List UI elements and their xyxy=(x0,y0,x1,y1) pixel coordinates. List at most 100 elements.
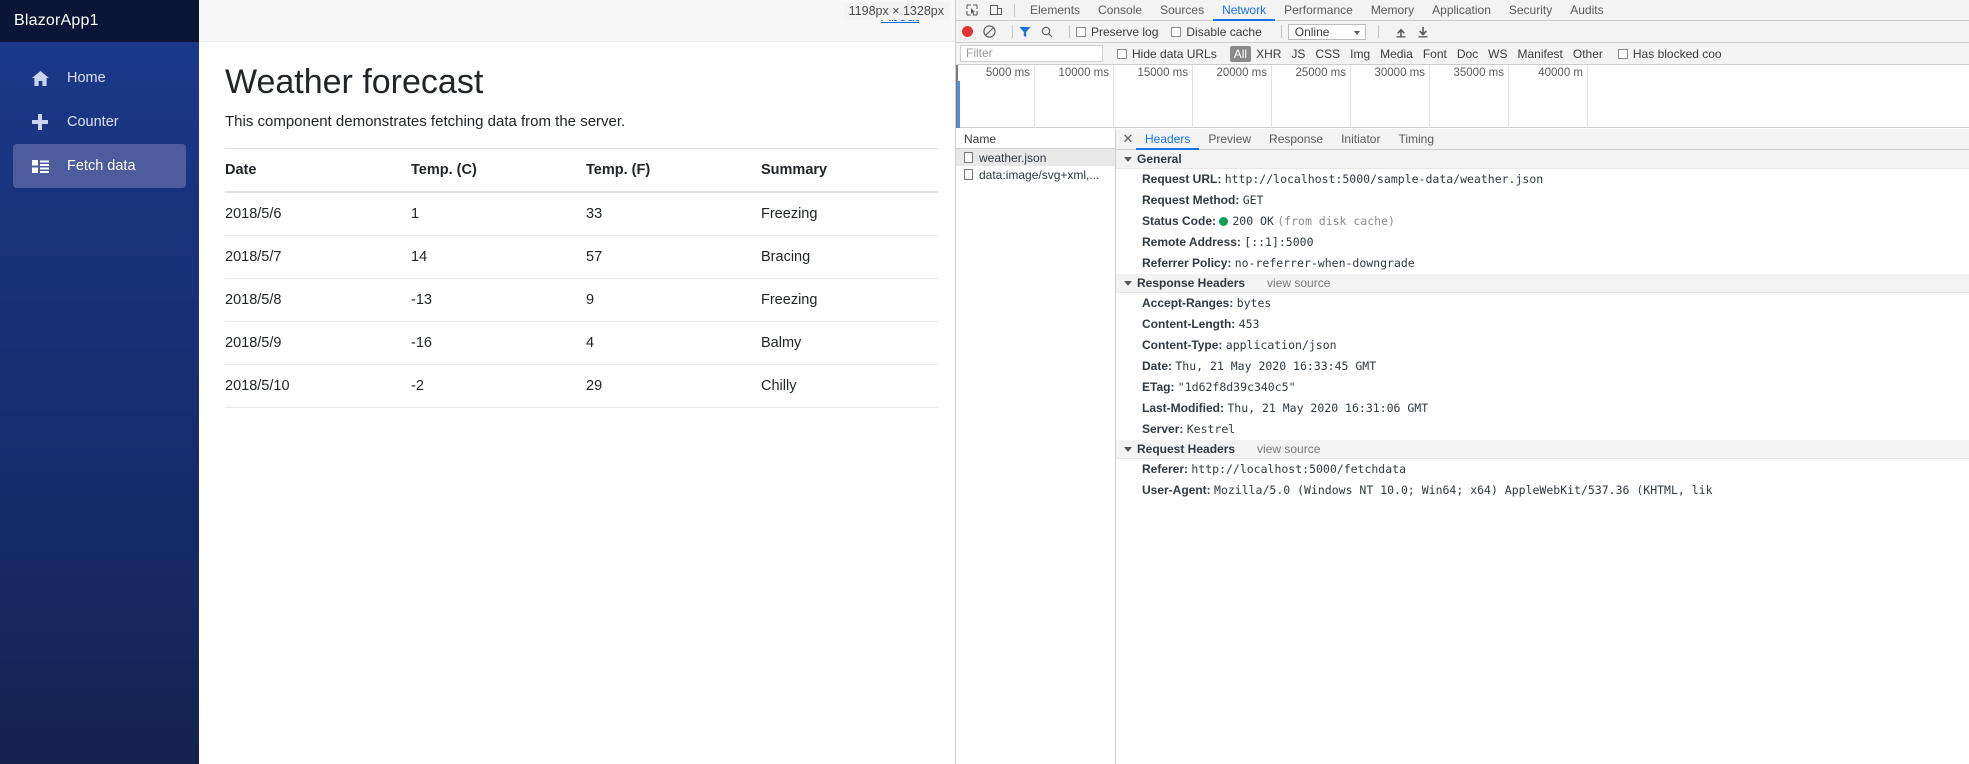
tab-audits[interactable]: Audits xyxy=(1561,0,1612,21)
header-key: Request Method: xyxy=(1142,193,1240,207)
timeline-ruler: 5000 ms 10000 ms 15000 ms 20000 ms 25000… xyxy=(956,65,1969,128)
general-section-title[interactable]: General xyxy=(1116,150,1969,169)
preserve-log-label: Preserve log xyxy=(1091,24,1159,39)
filter-type-media[interactable]: Media xyxy=(1375,47,1418,61)
cell-temp-c: -13 xyxy=(411,278,586,323)
ruler-tick: 10000 ms xyxy=(1058,65,1114,128)
header-row-content-type: Content-Type: application/json xyxy=(1116,335,1969,356)
header-row-referer: Referer: http://localhost:5000/fetchdata xyxy=(1116,459,1969,480)
devtools-tabbar: Elements Console Sources Network Perform… xyxy=(956,0,1969,21)
tab-application[interactable]: Application xyxy=(1423,0,1500,21)
request-detail-panel: ✕ Headers Preview Response Initiator Tim… xyxy=(1116,129,1969,764)
header-row-request-method: Request Method: GET xyxy=(1116,190,1969,211)
filter-type-img[interactable]: Img xyxy=(1345,47,1375,61)
request-name: weather.json xyxy=(979,150,1047,165)
filter-type-font[interactable]: Font xyxy=(1418,47,1452,61)
detail-tab-response[interactable]: Response xyxy=(1260,129,1332,150)
header-value: http://localhost:5000/sample-data/weathe… xyxy=(1224,172,1544,186)
ruler-tick: 20000 ms xyxy=(1216,65,1272,128)
header-key: Content-Length: xyxy=(1142,317,1236,331)
request-list-column-header[interactable]: Name xyxy=(956,129,1115,149)
tab-sources[interactable]: Sources xyxy=(1151,0,1213,21)
header-key: Last-Modified: xyxy=(1142,401,1224,415)
ruler-tick: 30000 ms xyxy=(1374,65,1430,128)
throttle-value-box: Online xyxy=(1287,23,1366,40)
sidebar-item-counter[interactable]: Counter xyxy=(13,100,186,144)
header-value: http://localhost:5000/fetchdata xyxy=(1191,462,1407,476)
document-icon xyxy=(964,152,973,163)
has-blocked-cookies-toggle[interactable]: Has blocked coo xyxy=(1617,47,1722,61)
header-key: Remote Address: xyxy=(1142,235,1241,249)
filter-type-doc[interactable]: Doc xyxy=(1452,47,1483,61)
network-overview[interactable]: 5000 ms 10000 ms 15000 ms 20000 ms 25000… xyxy=(956,65,1969,128)
devtools-panel: Elements Console Sources Network Perform… xyxy=(955,0,1969,764)
column-header-temp-f: Temp. (F) xyxy=(586,148,761,194)
cell-temp-f: 4 xyxy=(586,321,761,366)
request-list: Name weather.json data:image/svg+xml,... xyxy=(956,129,1116,764)
view-source-link[interactable]: view source xyxy=(1257,440,1320,459)
column-header-summary: Summary xyxy=(761,148,938,194)
chevron-down-icon xyxy=(1124,280,1132,286)
close-icon[interactable]: ✕ xyxy=(1120,131,1136,147)
filter-type-xhr[interactable]: XHR xyxy=(1251,47,1286,61)
sidebar-item-fetch-data[interactable]: Fetch data xyxy=(13,144,186,188)
header-key: Request URL: xyxy=(1142,172,1222,186)
detail-tab-headers[interactable]: Headers xyxy=(1136,129,1199,150)
ruler-tick-label: 15000 ms xyxy=(1137,67,1188,79)
preserve-log-toggle[interactable]: Preserve log xyxy=(1076,25,1158,39)
disable-cache-toggle[interactable]: Disable cache xyxy=(1171,24,1262,39)
list-item[interactable]: weather.json xyxy=(956,149,1115,166)
table-row: 2018/5/10 -2 29 Chilly xyxy=(225,364,938,409)
hide-data-urls-toggle[interactable]: Hide data URLs xyxy=(1117,47,1217,61)
filter-type-other[interactable]: Other xyxy=(1568,47,1608,61)
cell-temp-c: -2 xyxy=(411,364,586,409)
import-har-icon[interactable] xyxy=(1395,26,1407,38)
response-headers-section-title[interactable]: Response Headers view source xyxy=(1116,274,1969,293)
page-title: Weather forecast xyxy=(225,63,484,101)
header-row-request-url: Request URL: http://localhost:5000/sampl… xyxy=(1116,169,1969,190)
cell-summary: Balmy xyxy=(761,321,938,366)
filter-icon[interactable] xyxy=(1019,26,1031,38)
tabbar-divider xyxy=(1014,3,1015,17)
app-brand-title: BlazorApp1 xyxy=(14,12,99,29)
request-headers-section-title[interactable]: Request Headers view source xyxy=(1116,440,1969,459)
detail-tab-preview[interactable]: Preview xyxy=(1199,129,1260,150)
disable-cache-label: Disable cache xyxy=(1186,24,1262,39)
clear-icon[interactable] xyxy=(983,25,996,38)
list-item[interactable]: data:image/svg+xml,... xyxy=(956,166,1115,183)
filter-input[interactable]: Filter xyxy=(960,45,1103,62)
header-key: Referrer Policy: xyxy=(1142,256,1232,270)
view-source-link[interactable]: view source xyxy=(1267,274,1330,293)
sidebar-item-home[interactable]: Home xyxy=(13,56,186,100)
response-headers-section: Response Headers view source Accept-Rang… xyxy=(1116,274,1969,440)
tab-network[interactable]: Network xyxy=(1213,0,1275,21)
throttle-select[interactable]: Online xyxy=(1287,23,1366,40)
detail-tab-timing[interactable]: Timing xyxy=(1389,129,1443,150)
tab-memory[interactable]: Memory xyxy=(1362,0,1423,21)
overview-activity-marker xyxy=(957,81,960,128)
detail-tab-initiator[interactable]: Initiator xyxy=(1332,129,1389,150)
header-row-date: Date: Thu, 21 May 2020 16:33:45 GMT xyxy=(1116,356,1969,377)
tab-elements[interactable]: Elements xyxy=(1021,0,1089,21)
header-value: bytes xyxy=(1236,296,1272,310)
header-value: [::1]:5000 xyxy=(1244,235,1314,249)
header-key: Referer: xyxy=(1142,462,1189,476)
table-row: 2018/5/6 1 33 Freezing xyxy=(225,192,938,237)
tab-console[interactable]: Console xyxy=(1089,0,1151,21)
export-har-icon[interactable] xyxy=(1417,26,1429,38)
device-toolbar-icon[interactable] xyxy=(984,1,1008,20)
inspect-element-icon[interactable] xyxy=(960,1,984,20)
filter-type-all[interactable]: All xyxy=(1229,45,1252,62)
header-key: Status Code: xyxy=(1142,214,1217,228)
cell-date: 2018/5/10 xyxy=(225,364,411,409)
search-icon[interactable] xyxy=(1041,26,1053,38)
filter-type-js[interactable]: JS xyxy=(1286,47,1310,61)
record-button-icon[interactable] xyxy=(962,26,973,37)
app-brand-bar: BlazorApp1 xyxy=(0,0,199,42)
filter-type-manifest[interactable]: Manifest xyxy=(1513,47,1568,61)
filter-type-ws[interactable]: WS xyxy=(1483,47,1512,61)
filter-type-css[interactable]: CSS xyxy=(1310,47,1345,61)
header-value: Thu, 21 May 2020 16:31:06 GMT xyxy=(1227,401,1429,415)
tab-performance[interactable]: Performance xyxy=(1275,0,1362,21)
tab-security[interactable]: Security xyxy=(1500,0,1561,21)
